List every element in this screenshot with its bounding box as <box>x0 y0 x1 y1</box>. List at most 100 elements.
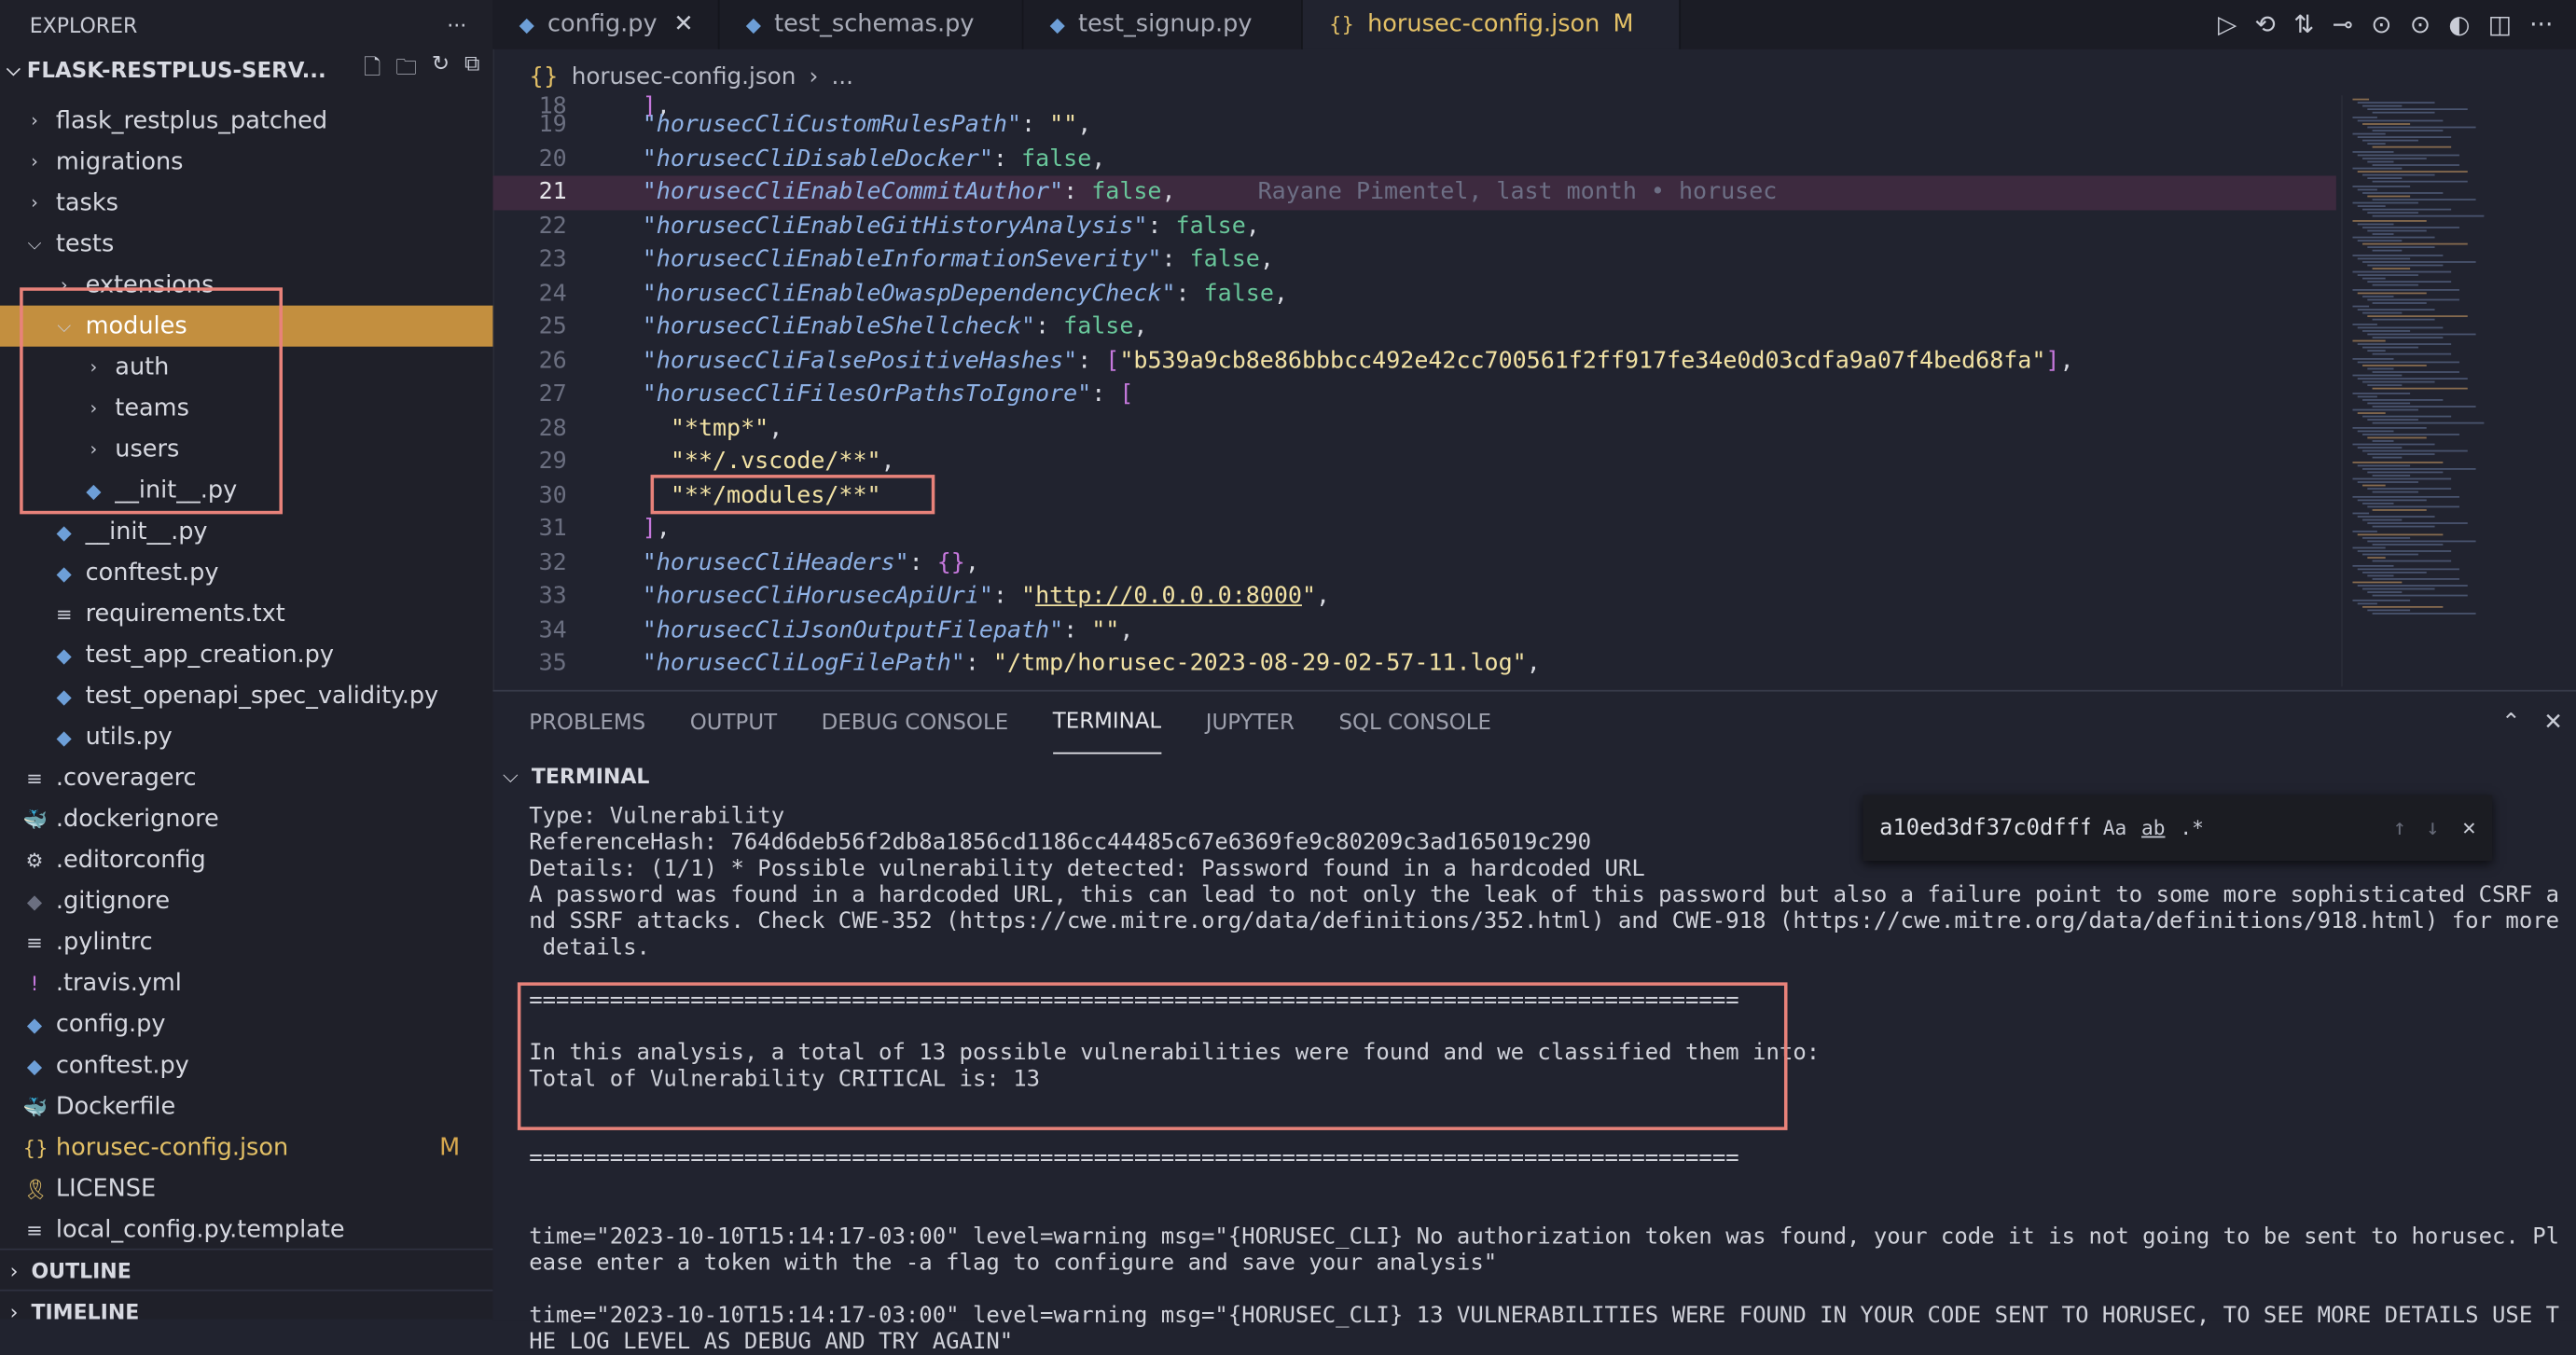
previous-match-button[interactable]: ↑ <box>2393 815 2406 841</box>
collapse-all-icon[interactable]: ⧉ <box>464 52 479 89</box>
minimap-line <box>2362 433 2459 436</box>
panel-tab-problems[interactable]: PROBLEMS <box>529 692 645 754</box>
more-actions-button[interactable]: ··· <box>447 12 466 36</box>
tab-test_schemas-py[interactable]: ◆ test_schemas.py <box>720 0 1024 49</box>
minimap[interactable] <box>2341 95 2572 687</box>
minimap-line <box>2362 536 2411 539</box>
minimap-line <box>2372 405 2476 408</box>
minimap-line <box>2372 250 2403 253</box>
panel-tab-debug-console[interactable]: DEBUG CONSOLE <box>822 692 1009 754</box>
file-item[interactable]: ◆ conftest.py <box>0 1044 492 1085</box>
file-item[interactable]: ◆ utils.py <box>0 716 492 757</box>
tab-horusec-config-json[interactable]: {} horusec-config.json M <box>1302 0 1682 49</box>
minimap-line <box>2352 201 2418 204</box>
folder-item[interactable]: › migrations <box>0 141 492 182</box>
code-token: , <box>1245 213 1260 240</box>
code-line: 23 "horusecCliEnableInformationSeverity":… <box>492 243 2335 277</box>
more-icon[interactable]: ··· <box>2529 10 2553 40</box>
line-number: 34 <box>538 616 567 644</box>
code-token: , <box>964 549 979 576</box>
breadcrumb-file[interactable]: horusec-config.json <box>572 64 796 90</box>
file-item[interactable]: ◆ .gitignore <box>0 880 492 921</box>
regex-toggle[interactable]: .* <box>2180 816 2203 839</box>
tab-test_signup-py[interactable]: ◆ test_signup.py <box>1023 0 1303 49</box>
code-line: 22 "horusecCliEnableGitHistoryAnalysis": … <box>492 210 2335 243</box>
tree-item-label: tasks <box>55 189 118 216</box>
commit-next-icon[interactable]: ⊙ <box>2410 10 2431 40</box>
python-file-icon: ◆ <box>56 684 72 708</box>
minimap-line <box>2357 498 2427 501</box>
file-item[interactable]: ◆ __init__.py <box>0 511 492 552</box>
close-panel-icon[interactable]: ✕ <box>2543 710 2563 736</box>
minimap-line <box>2367 212 2418 214</box>
code-token: , <box>1091 145 1106 173</box>
terminal-section-header[interactable]: ⌵ TERMINAL <box>492 757 2555 794</box>
minimap-line <box>2357 585 2468 588</box>
panel-tab-output[interactable]: OUTPUT <box>690 692 777 754</box>
timeline-section[interactable]: › TIMELINE <box>0 1289 493 1331</box>
minimap-line <box>2352 116 2377 118</box>
file-item[interactable]: {} horusec-config.json M <box>0 1127 492 1168</box>
folder-item[interactable]: ⌵ tests <box>0 224 492 265</box>
code-token: , <box>2059 347 2074 375</box>
code-line: 21 "horusecCliEnableCommitAuthor": false,… <box>492 175 2336 210</box>
tab-config-py[interactable]: ◆ config.py ✕ <box>492 0 720 49</box>
refresh-icon[interactable]: ↻ <box>432 52 450 89</box>
file-item[interactable]: ≡ local_config.py.template <box>0 1209 492 1250</box>
compare-icon[interactable]: ⇅ <box>2293 10 2314 40</box>
file-item[interactable]: ◆ test_app_creation.py <box>0 634 492 675</box>
panel-tab-sql-console[interactable]: SQL CONSOLE <box>1338 692 1491 754</box>
blame-icon[interactable]: ◐ <box>2448 10 2470 40</box>
match-case-toggle[interactable]: Aa <box>2103 816 2126 839</box>
code-text: "horusecCliCustomRulesPath": "", <box>643 112 1092 138</box>
next-match-button[interactable]: ↓ <box>2426 815 2439 841</box>
file-item[interactable]: 🐳 Dockerfile <box>0 1085 492 1127</box>
breadcrumb-rest[interactable]: ... <box>831 64 853 90</box>
panel-tab-terminal[interactable]: TERMINAL <box>1052 692 1162 754</box>
code-token: "horusecCliHeaders" <box>642 549 909 576</box>
folder-item[interactable]: › flask_restplus_patched <box>0 100 492 141</box>
code-token: , <box>1259 246 1274 273</box>
workspace-root[interactable]: ⌵ FLASK-RESTPLUS-SERV... 🗋 🗀 ↻ ⧉ <box>0 49 492 92</box>
python-file-icon: ◆ <box>56 643 72 667</box>
file-item[interactable]: ! .travis.yml <box>0 962 492 1003</box>
file-item[interactable]: 🎗 LICENSE <box>0 1168 492 1209</box>
new-folder-icon[interactable]: 🗀 <box>395 52 417 89</box>
run-icon[interactable]: ▷ <box>2218 10 2237 40</box>
minimap-line <box>2352 495 2459 497</box>
code-line: 34 "horusecCliJsonOutputFilepath": "", <box>492 614 2335 647</box>
file-item[interactable]: ◆ conftest.py <box>0 552 492 593</box>
file-item[interactable]: ≡ .coveragerc <box>0 757 492 798</box>
file-item[interactable]: ◆ test_openapi_spec_validity.py <box>0 675 492 716</box>
code-line: 24 "horusecCliEnableOwaspDependencyCheck"… <box>492 277 2335 311</box>
file-item[interactable]: ◆ config.py <box>0 1003 492 1044</box>
code-text: "horusecCliEnableShellcheck": false, <box>643 314 1148 340</box>
close-find-button[interactable]: ✕ <box>2462 815 2475 841</box>
outline-section[interactable]: › OUTLINE <box>0 1248 493 1290</box>
new-file-icon[interactable]: 🗋 <box>364 52 381 89</box>
minimap-line <box>2372 284 2418 287</box>
file-item[interactable]: ≡ .pylintrc <box>0 921 492 962</box>
maximize-panel-icon[interactable]: ⌃ <box>2501 710 2521 736</box>
minimap-line <box>2372 526 2435 529</box>
minimap-line <box>2367 143 2386 145</box>
code-token: "horusecCliEnableGitHistoryAnalysis" <box>642 213 1148 240</box>
match-word-toggle[interactable]: ab <box>2141 816 2165 839</box>
find-input[interactable]: a10ed3df37c0dfff5 <box>1879 815 2089 841</box>
code-editor[interactable]: 18], 19 "horusecCliCustomRulesPath": "", 20… <box>492 95 2341 690</box>
code-text: "horusecCliEnableInformationSeverity": f… <box>643 247 1274 273</box>
minimap-line <box>2362 484 2386 487</box>
history-icon[interactable]: ⟲ <box>2255 10 2276 40</box>
file-item[interactable]: 🐳 .dockerignore <box>0 798 492 839</box>
commit-prev-icon[interactable]: ⊙ <box>2371 10 2391 40</box>
close-tab-icon[interactable]: ✕ <box>673 11 693 37</box>
folder-item[interactable]: › tasks <box>0 183 492 224</box>
split-editor-icon[interactable]: ◫ <box>2488 10 2512 40</box>
minimap-line <box>2352 305 2370 308</box>
panel-tab-jupyter[interactable]: JUPYTER <box>1206 692 1295 754</box>
line-number: 25 <box>538 313 567 341</box>
file-item[interactable]: ⚙ .editorconfig <box>0 839 492 880</box>
minimap-line <box>2352 374 2403 377</box>
file-item[interactable]: ≡ requirements.txt <box>0 593 492 634</box>
go-back-icon[interactable]: ⊸ <box>2333 10 2353 40</box>
